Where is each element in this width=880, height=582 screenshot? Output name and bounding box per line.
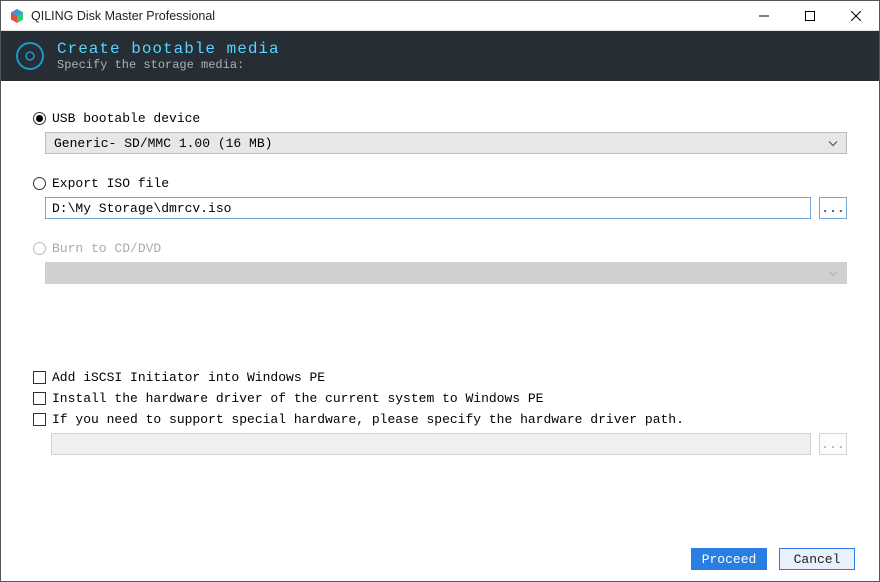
usb-device-dropdown[interactable]: Generic- SD/MMC 1.00 (16 MB) — [45, 132, 847, 154]
radio-iso[interactable] — [33, 177, 46, 190]
banner-subtitle: Specify the storage media: — [57, 58, 280, 72]
footer: Proceed Cancel — [1, 537, 879, 581]
checkbox-special-hardware-label[interactable]: If you need to support special hardware,… — [52, 412, 684, 427]
radio-iso-label[interactable]: Export ISO file — [52, 176, 169, 191]
banner-title: Create bootable media — [57, 40, 280, 58]
driver-path-browse-button: ... — [819, 433, 847, 455]
app-icon — [9, 8, 25, 24]
radio-cd — [33, 242, 46, 255]
iso-browse-button[interactable]: ... — [819, 197, 847, 219]
driver-path-input — [51, 433, 811, 455]
banner: Create bootable media Specify the storag… — [1, 31, 879, 81]
close-button[interactable] — [833, 1, 879, 31]
usb-device-value: Generic- SD/MMC 1.00 (16 MB) — [54, 136, 272, 151]
content-area: USB bootable device Generic- SD/MMC 1.00… — [1, 81, 879, 537]
iso-path-input[interactable] — [45, 197, 811, 219]
radio-cd-label: Burn to CD/DVD — [52, 241, 161, 256]
banner-disc-icon — [15, 41, 45, 71]
minimize-button[interactable] — [741, 1, 787, 31]
proceed-button[interactable]: Proceed — [691, 548, 767, 570]
checkbox-driver-label[interactable]: Install the hardware driver of the curre… — [52, 391, 543, 406]
cd-device-dropdown — [45, 262, 847, 284]
radio-usb[interactable] — [33, 112, 46, 125]
checkbox-driver[interactable] — [33, 392, 46, 405]
chevron-down-icon — [828, 136, 838, 151]
checkbox-special-hardware[interactable] — [33, 413, 46, 426]
radio-usb-label[interactable]: USB bootable device — [52, 111, 200, 126]
window-title: QILING Disk Master Professional — [31, 9, 215, 23]
cancel-button[interactable]: Cancel — [779, 548, 855, 570]
maximize-button[interactable] — [787, 1, 833, 31]
checkbox-iscsi-label[interactable]: Add iSCSI Initiator into Windows PE — [52, 370, 325, 385]
titlebar: QILING Disk Master Professional — [1, 1, 879, 31]
checkbox-iscsi[interactable] — [33, 371, 46, 384]
chevron-down-icon — [828, 266, 838, 281]
